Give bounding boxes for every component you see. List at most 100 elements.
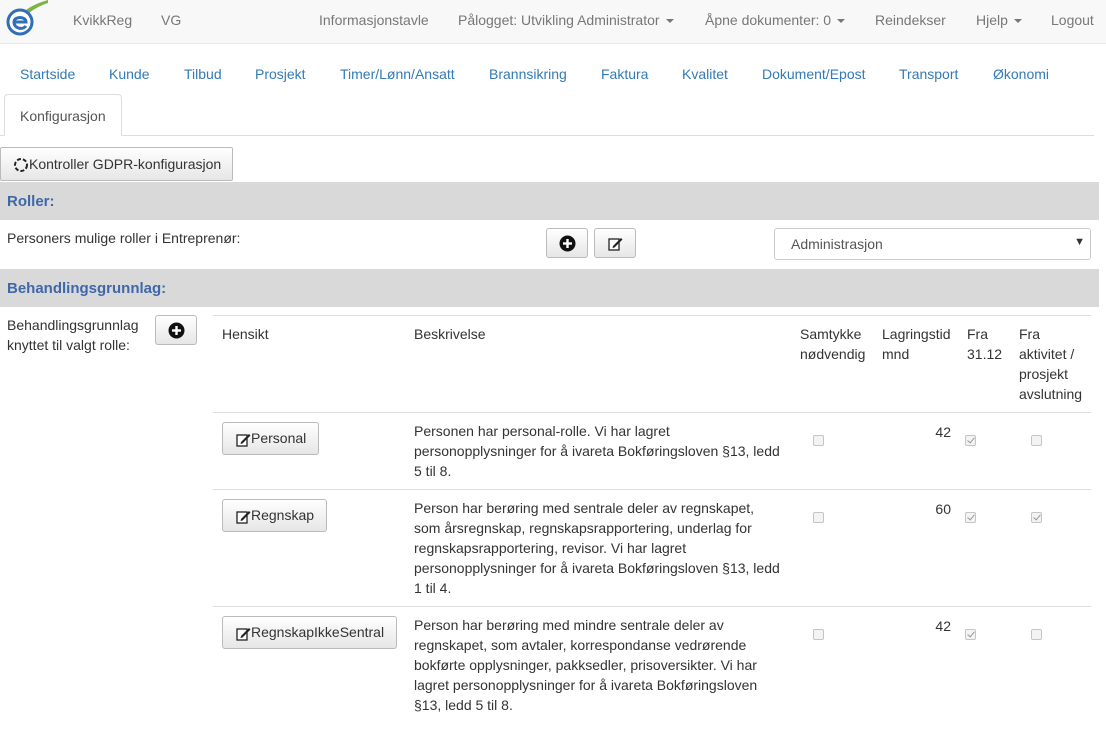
edit-icon	[236, 434, 251, 447]
nav-vg-link[interactable]: VG	[161, 12, 181, 28]
tab-kunde[interactable]: Kunde	[109, 66, 149, 82]
role-select-value: Administrasjon	[791, 236, 883, 252]
description-line: lagret personopplysninger for å ivareta …	[414, 677, 758, 693]
nav-dashboard-link[interactable]: Informasjonstavle	[319, 12, 429, 28]
col-header-from-activity-line: avslutning	[1019, 386, 1083, 402]
tab-transport[interactable]: Transport	[899, 66, 958, 82]
edit-purpose-personal-button[interactable]: Personal	[222, 422, 319, 455]
col-header-retention-line: mnd	[882, 346, 910, 362]
edit-icon	[236, 628, 251, 641]
tab-timer-lonn-ansatt[interactable]: Timer/Lønn/Ansatt	[340, 66, 455, 82]
col-header-retention: Lagringstid mnd	[882, 324, 951, 364]
plus-circle-icon	[168, 322, 185, 339]
consent-checkbox[interactable]	[813, 629, 824, 640]
col-header-consent-line: nødvendig	[800, 346, 866, 362]
description-line: regnskapsrapportering, revisor. Vi har l…	[414, 540, 687, 556]
nav-open-docs-dropdown[interactable]: Åpne dokumenter: 0	[705, 12, 846, 28]
from-date-checkbox[interactable]	[965, 435, 976, 446]
nav-help-label: Hjelp	[976, 12, 1008, 28]
from-date-checkbox[interactable]	[965, 629, 976, 640]
table-row-border	[213, 606, 1091, 607]
nav-logout-link[interactable]: Logout	[1051, 12, 1094, 28]
check-gdpr-config-label: Kontroller GDPR-konfigurasjon	[29, 156, 222, 172]
description-line: bokførte opplysninger, pakksedler, priso…	[414, 657, 757, 673]
chevron-down-icon	[665, 19, 674, 24]
add-basis-button[interactable]	[155, 315, 197, 345]
tab-kvalitet[interactable]: Kvalitet	[682, 66, 728, 82]
col-header-from-activity: Fra aktivitet / prosjekt avslutning	[1019, 324, 1082, 404]
tab-startside[interactable]: Startside	[20, 66, 75, 82]
description-line: som årsregnskap, regnskapsrapportering, …	[414, 520, 752, 536]
col-header-from-date-line: 31.12	[967, 346, 1003, 362]
description-line: regnskapet, som avtaler, korrespondanse …	[414, 637, 747, 653]
description-line: Person har berøring med sentrale deler a…	[414, 500, 755, 516]
nav-open-docs-label: Åpne dokumenter: 0	[705, 12, 832, 28]
tab-konfigurasjon[interactable]: Konfigurasjon	[4, 94, 122, 136]
role-select[interactable]: Administrasjon ▼	[774, 228, 1091, 260]
consent-checkbox[interactable]	[813, 435, 824, 446]
check-gdpr-config-button[interactable]: Kontroller GDPR-konfigurasjon	[0, 147, 233, 181]
description-line: personopplysninger for å ivareta Bokføri…	[414, 443, 780, 459]
edit-icon	[236, 511, 251, 524]
tab-prosjekt[interactable]: Prosjekt	[255, 66, 306, 82]
top-navbar: KvikkReg VG Informasjonstavle Pålogget: …	[0, 0, 1106, 44]
retention-value: 42	[935, 424, 951, 440]
edit-purpose-regnskapikkesentral-button[interactable]: RegnskapIkkeSentral	[222, 616, 397, 649]
purpose-label: RegnskapIkkeSentral	[251, 624, 385, 640]
from-activity-checkbox[interactable]	[1031, 435, 1042, 446]
chevron-down-icon	[1013, 19, 1022, 24]
col-header-retention-line: Lagringstid	[882, 326, 951, 342]
row-description: Person har berøring med mindre sentrale …	[414, 615, 786, 715]
col-header-from-activity-line: Fra	[1019, 326, 1040, 342]
tab-tilbud[interactable]: Tilbud	[184, 66, 222, 82]
nav-help-dropdown[interactable]: Hjelp	[976, 12, 1022, 28]
col-header-description: Beskrivelse	[414, 326, 486, 342]
table-top-border	[213, 315, 1091, 316]
row-description: Personen har personal-rolle. Vi har lagr…	[414, 421, 786, 481]
roles-label: Personers mulige roller i Entreprenør:	[7, 230, 241, 246]
nav-reindex-link[interactable]: Reindekser	[875, 12, 946, 28]
tab-faktura[interactable]: Faktura	[601, 66, 648, 82]
edit-purpose-regnskap-button[interactable]: Regnskap	[222, 499, 327, 532]
col-header-from-activity-line: aktivitet /	[1019, 346, 1075, 362]
description-line: §13, ledd 5 til 8.	[414, 697, 513, 713]
consent-checkbox[interactable]	[813, 512, 824, 523]
tab-brannsikring[interactable]: Brannsikring	[489, 66, 567, 82]
col-header-from-activity-line: prosjekt	[1019, 366, 1069, 382]
from-activity-checkbox[interactable]	[1031, 512, 1042, 523]
tabs-divider	[0, 135, 1094, 136]
nav-brand-link[interactable]: KvikkReg	[73, 12, 132, 28]
col-header-consent: Samtykke nødvendig	[800, 324, 865, 364]
basis-label-line1: Behandlingsgrunnlag	[7, 317, 139, 333]
roles-section-header: Roller:	[0, 182, 1099, 220]
from-activity-checkbox[interactable]	[1031, 629, 1042, 640]
col-header-purpose: Hensikt	[222, 326, 269, 342]
col-header-consent-line: Samtykke	[800, 326, 862, 342]
retention-value: 60	[935, 501, 951, 517]
basis-section-header: Behandlingsgrunnlag:	[0, 269, 1099, 307]
table-row-border	[213, 412, 1091, 413]
chevron-down-icon	[837, 19, 846, 24]
description-line: personopplysninger for å ivareta Bokføri…	[414, 560, 780, 576]
table-row-border	[213, 489, 1091, 490]
tab-dokument-epost[interactable]: Dokument/Epost	[762, 66, 866, 82]
from-date-checkbox[interactable]	[965, 512, 976, 523]
row-description: Person har berøring med sentrale deler a…	[414, 498, 786, 598]
description-line: Person har berøring med mindre sentrale …	[414, 617, 724, 633]
retention-value: 42	[935, 618, 951, 634]
nav-user-label: Pålogget: Utvikling Administrator	[458, 12, 660, 28]
col-header-from-date-line: Fra	[967, 326, 988, 342]
add-role-button[interactable]	[546, 228, 588, 258]
dropdown-arrow-icon: ▼	[1074, 236, 1085, 248]
col-header-from-date: Fra 31.12	[967, 324, 1002, 364]
app-logo[interactable]	[2, 0, 48, 40]
nav-user-dropdown[interactable]: Pålogget: Utvikling Administrator	[458, 12, 674, 28]
edit-role-button[interactable]	[594, 228, 636, 258]
description-line: 5 til 8.	[414, 463, 452, 479]
refresh-icon	[14, 158, 28, 172]
plus-circle-icon	[559, 235, 576, 252]
description-line: Personen har personal-rolle. Vi har lagr…	[414, 423, 670, 439]
description-line: 1 til 4.	[414, 580, 452, 596]
basis-label-line2: knyttet til valgt rolle:	[7, 337, 130, 353]
tab-okonomi[interactable]: Økonomi	[993, 66, 1049, 82]
